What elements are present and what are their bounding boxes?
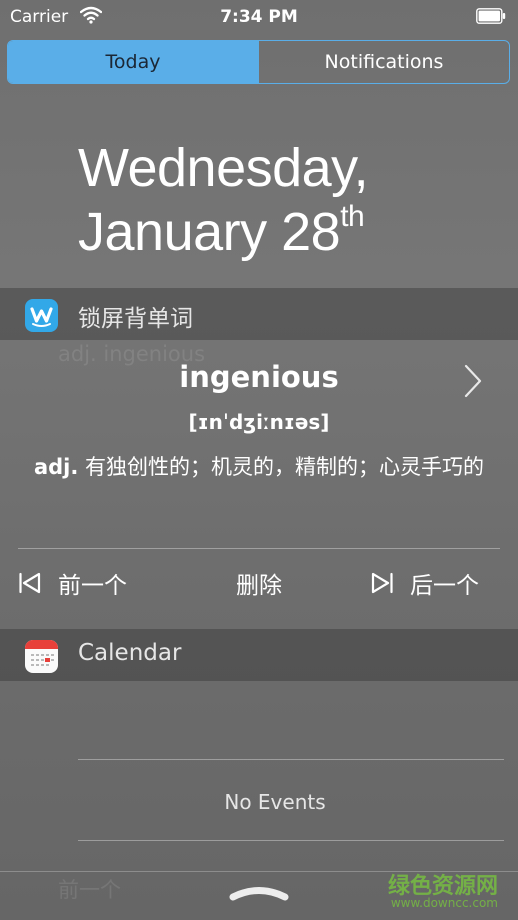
next-word-label: 后一个: [410, 573, 479, 599]
battery-icon: [476, 8, 506, 24]
vocab-meaning: 有独创性的；机灵的，精制的；心灵手巧的: [85, 455, 485, 479]
tab-today[interactable]: Today: [8, 41, 258, 83]
vocab-word: ingenious: [179, 360, 339, 394]
calendar-divider-top: [78, 759, 504, 760]
date-ordinal-suffix: th: [340, 200, 365, 233]
no-events-label: No Events: [224, 790, 326, 814]
skip-next-icon: [371, 572, 393, 594]
tab-notifications[interactable]: Notifications: [258, 41, 509, 83]
vocab-part-of-speech: adj.: [33, 455, 79, 479]
date-month-day: January 28: [78, 202, 341, 262]
status-bar: Carrier 7:34 PM: [0, 0, 518, 34]
today-notifications-segmented-control: Today Notifications: [7, 40, 510, 84]
calendar-divider-bottom: [78, 840, 504, 841]
vocab-phonetic: [ɪnˈdʒiːnɪəs]: [188, 410, 330, 434]
calendar-app-icon: [25, 640, 58, 673]
calendar-widget-header[interactable]: Calendar: [0, 629, 518, 681]
status-time: 7:34 PM: [220, 7, 298, 27]
words-widget-title: 锁屏背单词: [78, 306, 193, 332]
next-word-button[interactable]: 后一个: [370, 565, 479, 601]
chevron-right-icon[interactable]: [462, 363, 484, 399]
background-ghost-text: 前一个: [58, 878, 121, 902]
words-widget-header[interactable]: 锁屏背单词: [0, 288, 518, 340]
vocab-definition: adj. 有独创性的；机灵的，精制的；心灵手巧的: [22, 451, 496, 483]
date-day: January 28th: [78, 200, 365, 263]
site-watermark: 绿色资源网 www.downcc.com: [380, 868, 498, 912]
watermark-url-text: www.downcc.com: [390, 896, 498, 910]
widget-divider: [18, 548, 500, 549]
date-weekday: Wednesday,: [78, 138, 369, 198]
words-app-icon: [25, 299, 58, 332]
delete-word-label: 删除: [236, 573, 282, 599]
grabber-handle-icon[interactable]: [228, 882, 290, 902]
calendar-widget-title: Calendar: [78, 640, 182, 666]
